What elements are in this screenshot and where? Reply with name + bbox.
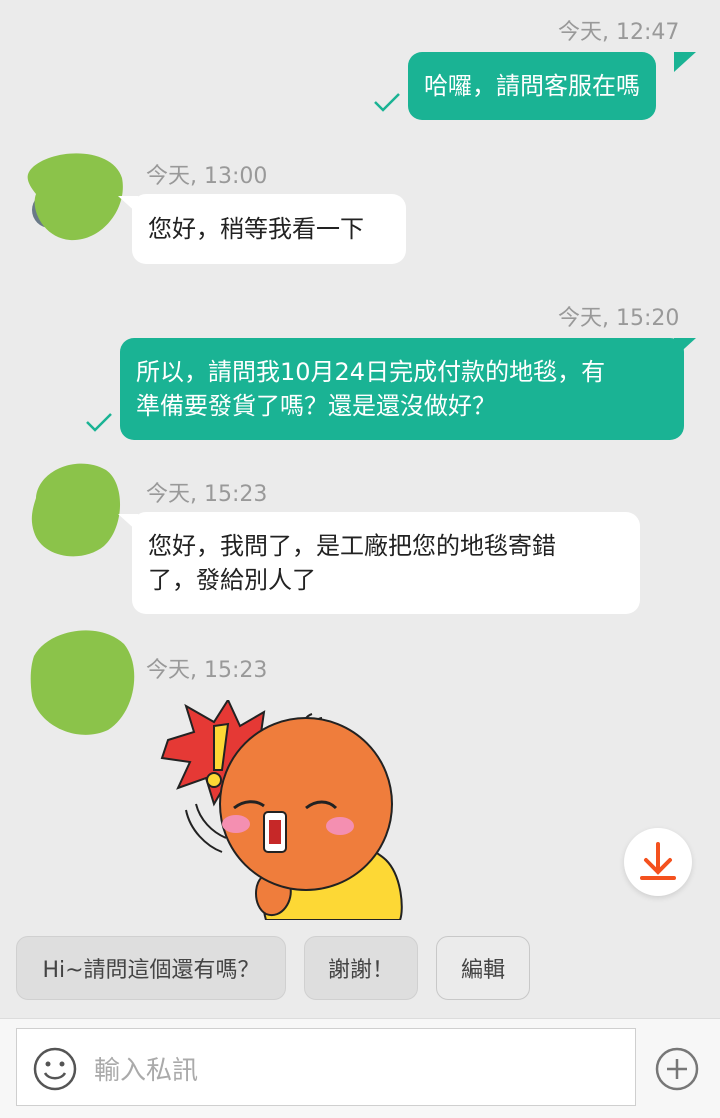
download-icon	[640, 842, 676, 880]
check-icon	[86, 413, 112, 432]
message-text: 哈囉，請問客服在嗎	[424, 72, 640, 100]
quick-reply-thanks[interactable]: 謝謝！	[304, 936, 418, 1000]
message-text-line: 所以，請問我10月24日完成付款的地毯，有	[136, 358, 606, 386]
quick-reply-ask-available[interactable]: Hi~請問這個還有嗎？	[16, 936, 286, 1000]
message-input-placeholder: 輸入私訊	[94, 1056, 199, 1086]
message-text-line: 準備要發貨了嗎？還是還沒做好？	[136, 392, 496, 420]
outgoing-message[interactable]: 哈囉，請問客服在嗎	[408, 52, 656, 120]
message-timestamp: 今天, 15:23	[146, 482, 268, 507]
bubble-tail	[674, 338, 696, 358]
avatar[interactable]	[22, 150, 126, 242]
message-timestamp: 今天, 15:20	[558, 306, 680, 331]
message-timestamp: 今天, 15:23	[146, 658, 268, 683]
shocked-orange-character-sticker[interactable]	[156, 700, 406, 920]
message-text-line: 您好，我問了，是工廠把您的地毯寄錯	[148, 532, 556, 560]
download-button[interactable]	[624, 828, 692, 896]
incoming-message[interactable]: 您好，稍等我看一下	[132, 194, 406, 264]
message-text: 您好，稍等我看一下	[148, 215, 364, 243]
message-timestamp: 今天, 13:00	[146, 164, 268, 189]
check-icon	[374, 93, 400, 112]
emoji-icon[interactable]	[32, 1046, 78, 1092]
incoming-message[interactable]: 您好，我問了，是工廠把您的地毯寄錯 了，發給別人了	[132, 512, 640, 614]
message-timestamp: 今天, 12:47	[558, 20, 680, 45]
avatar[interactable]	[28, 626, 138, 738]
outgoing-message[interactable]: 所以，請問我10月24日完成付款的地毯，有 準備要發貨了嗎？還是還沒做好？	[120, 338, 684, 440]
add-icon[interactable]	[654, 1046, 700, 1092]
bubble-tail	[674, 52, 696, 72]
message-text-line: 了，發給別人了	[148, 566, 316, 594]
avatar[interactable]	[28, 458, 124, 560]
quick-reply-edit-button[interactable]: 編輯	[436, 936, 530, 1000]
